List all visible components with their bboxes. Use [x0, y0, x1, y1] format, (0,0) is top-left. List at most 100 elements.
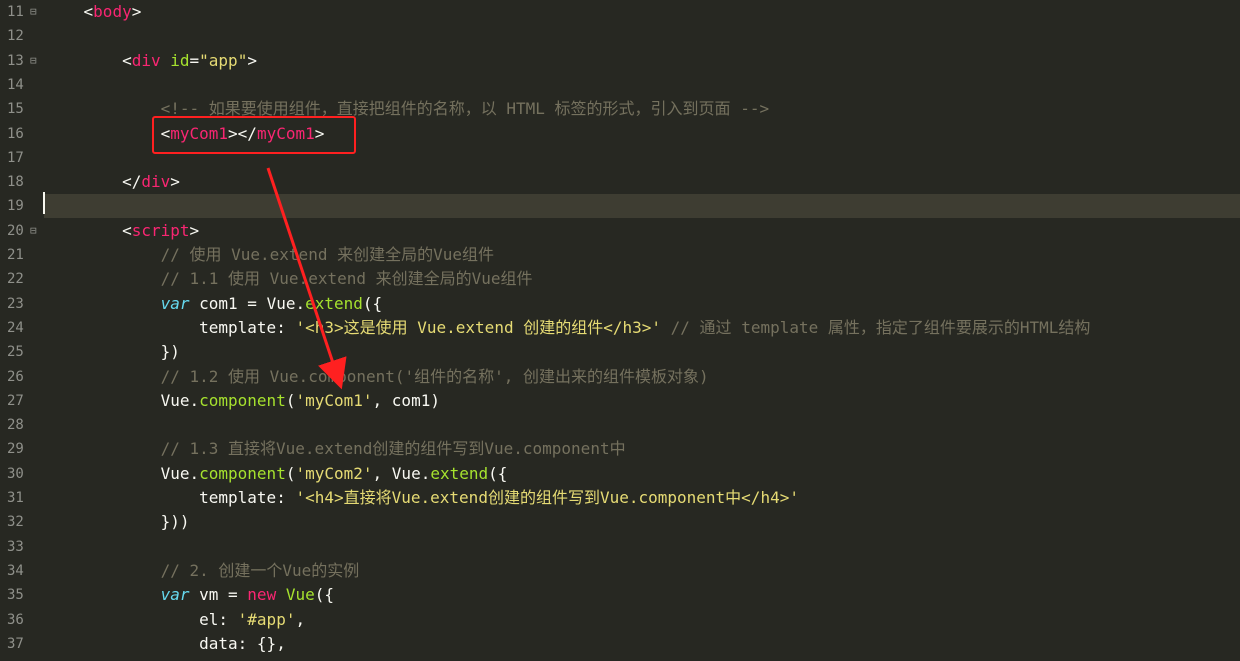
- code-token: }): [160, 342, 180, 362]
- code-editor[interactable]: 11 ⊟ <body> 12 13 ⊟ <div id="app"> 14 15 <!-- …: [0, 0, 1240, 661]
- line-number: 15: [7, 101, 24, 118]
- line-number: 34: [7, 562, 24, 579]
- code-text: var com1 = Vue.extend({: [45, 292, 383, 316]
- fold-toggle-icon[interactable]: ⊟: [30, 219, 37, 243]
- code-token: extend: [430, 463, 489, 483]
- code-text: template: '<h3>这是使用 Vue.extend 创建的组件</h3…: [45, 316, 1090, 340]
- code-line[interactable]: 23 var com1 = Vue.extend({: [0, 291, 1240, 316]
- code-token: '<h4>直接将Vue.extend创建的组件写到Vue.component中<…: [295, 488, 799, 507]
- code-line[interactable]: 19: [0, 194, 1240, 219]
- code-token: <: [122, 50, 132, 70]
- code-line[interactable]: 35 var vm = new Vue({: [0, 583, 1240, 608]
- line-gutter: 20 ⊟: [0, 218, 44, 243]
- code-line[interactable]: 33: [0, 534, 1240, 559]
- fold-toggle-icon[interactable]: ⊟: [30, 49, 37, 73]
- line-gutter: 17: [0, 145, 44, 170]
- text-cursor: [43, 192, 45, 214]
- line-gutter: 25: [0, 340, 44, 365]
- code-token: </: [122, 172, 142, 192]
- line-gutter: 14: [0, 72, 44, 97]
- line-gutter: 33: [0, 534, 44, 559]
- code-line[interactable]: 36 el: '#app',: [0, 607, 1240, 632]
- code-token: >: [189, 220, 200, 240]
- code-line[interactable]: 27 Vue.component('myCom1', com1): [0, 388, 1240, 413]
- code-token: template:: [199, 317, 296, 337]
- code-token: extend: [305, 293, 363, 313]
- code-line[interactable]: 34 // 2. 创建一个Vue的实例: [0, 558, 1240, 583]
- code-token: <: [83, 2, 94, 21]
- line-gutter: 23: [0, 291, 44, 316]
- code-token: , com1): [372, 390, 440, 410]
- code-line[interactable]: 14: [0, 72, 1240, 97]
- code-line[interactable]: 13 ⊟ <div id="app">: [0, 48, 1240, 73]
- code-token: Vue.: [160, 390, 200, 410]
- line-number: 20: [7, 222, 24, 239]
- line-number: 36: [7, 611, 24, 628]
- code-line[interactable]: 21 // 使用 Vue.extend 来创建全局的Vue组件: [0, 243, 1240, 267]
- code-line[interactable]: 11 ⊟ <body>: [0, 0, 1240, 24]
- line-gutter: 26: [0, 364, 44, 389]
- code-line[interactable]: 32 })): [0, 510, 1240, 535]
- code-token: >: [170, 172, 180, 192]
- line-gutter: 37: [0, 631, 44, 656]
- code-token: Vue.: [160, 463, 200, 483]
- line-number: 24: [7, 319, 24, 336]
- code-text: <script>: [45, 219, 199, 243]
- code-token: // 2. 创建一个Vue的实例: [160, 560, 360, 580]
- line-number: 18: [7, 174, 24, 191]
- code-line[interactable]: 30 Vue.component('myCom2', Vue.extend({: [0, 461, 1240, 486]
- line-number: 38: [7, 656, 24, 661]
- code-line[interactable]: 12: [0, 24, 1240, 49]
- code-line[interactable]: 31 template: '<h4>直接将Vue.extend创建的组件写到Vu…: [0, 486, 1240, 510]
- highlight-box: [152, 116, 356, 154]
- code-line[interactable]: 24 template: '<h3>这是使用 Vue.extend 创建的组件<…: [0, 315, 1240, 340]
- line-number: 33: [7, 538, 24, 555]
- line-number: 16: [7, 125, 24, 142]
- line-number: 12: [7, 28, 24, 45]
- line-number: 37: [7, 635, 24, 652]
- line-number: 25: [7, 344, 24, 361]
- code-line[interactable]: 37 data: {},: [0, 631, 1240, 656]
- line-gutter: 24: [0, 315, 44, 340]
- code-line[interactable]: 20 ⊟ <script>: [0, 218, 1240, 243]
- code-token: })): [160, 512, 190, 532]
- code-text: }): [45, 656, 180, 661]
- line-number: 17: [7, 149, 24, 166]
- code-line[interactable]: 26 // 1.2 使用 Vue.component('组件的名称', 创建出来…: [0, 364, 1240, 389]
- code-token: body: [93, 2, 132, 21]
- fold-toggle-icon[interactable]: ⊟: [30, 0, 37, 24]
- code-line[interactable]: 29 // 1.3 直接将Vue.extend创建的组件写到Vue.compon…: [0, 437, 1240, 462]
- line-gutter: 31: [0, 486, 44, 510]
- code-line[interactable]: 28: [0, 413, 1240, 438]
- line-number: 28: [7, 417, 24, 434]
- code-text: </div>: [45, 170, 180, 194]
- code-text: // 2. 创建一个Vue的实例: [45, 559, 360, 583]
- code-token: var: [160, 585, 190, 605]
- line-gutter: 30: [0, 461, 44, 486]
- line-number: 35: [7, 587, 24, 604]
- code-line[interactable]: 18 </div>: [0, 170, 1240, 195]
- code-line[interactable]: 25 }): [0, 340, 1240, 365]
- code-line[interactable]: 38 }): [0, 656, 1240, 661]
- line-number: 30: [7, 465, 24, 482]
- code-text: Vue.component('myCom1', com1): [45, 389, 440, 413]
- code-line[interactable]: 22 // 1.1 使用 Vue.extend 来创建全局的Vue组件: [0, 267, 1240, 292]
- code-text: })): [45, 510, 190, 534]
- code-token: 'myCom1': [295, 390, 373, 410]
